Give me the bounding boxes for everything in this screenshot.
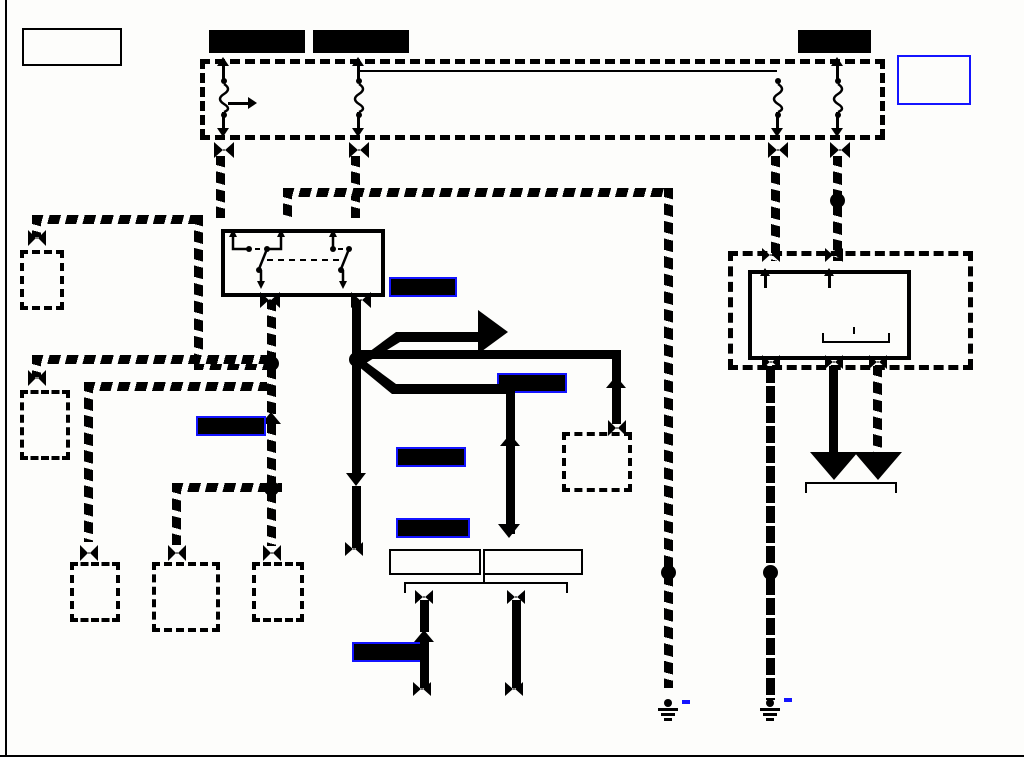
fuse-1-arrow-down — [771, 128, 783, 137]
dest-bc-bracket — [805, 482, 897, 493]
wire-676-vertical — [664, 188, 673, 688]
wire-511-trailer-vertical — [352, 364, 361, 474]
connector-c236 — [26, 370, 48, 391]
connector-relay-30-boundary — [823, 248, 845, 267]
wire-511-chmsl1-upper — [420, 600, 429, 632]
cjb-border-left — [200, 59, 205, 139]
wire-810-pcm-vertical — [172, 483, 181, 545]
abs-module-component-box — [252, 562, 304, 622]
wire-57-bk-lower — [766, 578, 775, 700]
connector-c261 — [26, 230, 48, 251]
wiring-diagram-page — [0, 0, 1024, 757]
ref-151-10-f5[interactable] — [352, 642, 426, 662]
ref-151-8-b1[interactable] — [389, 277, 457, 297]
wire-57-bk-upper — [766, 366, 775, 566]
relay-87-bracket — [822, 333, 890, 343]
fuse-13-arrow-up — [352, 57, 364, 66]
wire-810-below-c1050 — [267, 424, 276, 486]
wire-385-segment — [873, 366, 882, 456]
connector-trailer-end — [344, 542, 364, 561]
relay-pin-85-arrow — [760, 268, 770, 276]
cjb-internal-bus — [359, 70, 777, 72]
connector-c1050-b-symbol — [500, 434, 520, 446]
wire-511-to-c1050 — [358, 356, 510, 394]
cargo-lamp-component-box — [562, 432, 632, 492]
wire-511-chmsl2 — [512, 600, 521, 688]
connector-c401-symbol — [414, 630, 434, 642]
dest-b-arrow — [810, 452, 858, 480]
connector-chmsl2-end — [504, 682, 524, 701]
relay-pin-30-arrow — [824, 268, 834, 276]
wire-810-cpp-down — [194, 215, 203, 370]
wire-810-abs-vertical — [267, 492, 276, 546]
wire-676-horizontal — [283, 188, 673, 197]
hot-in-run-box — [798, 30, 871, 53]
ground-g300-symbol — [655, 698, 681, 727]
ip-relay-block-border-left — [728, 251, 733, 369]
hot-at-all-times-box-2 — [313, 30, 409, 53]
central-junction-box-title — [897, 55, 971, 105]
wire-810-shift-horizontal — [32, 355, 276, 364]
wire-296-segment — [833, 156, 842, 196]
dest-c-arrow — [854, 452, 902, 480]
pcm-component-box — [152, 562, 220, 632]
dest-a-arrow — [478, 310, 508, 354]
page-border-left — [5, 0, 7, 757]
cjb-border-right — [880, 59, 885, 139]
chmsl-bracket-stem — [483, 574, 485, 583]
wire-511-c1045m-vertical — [506, 446, 515, 534]
power-distribution-arrow-head — [248, 97, 257, 109]
wire-511-c1045-arrow — [498, 524, 520, 538]
cpp-switch-component-box — [20, 250, 64, 310]
connector-chmsl1-end — [412, 682, 432, 701]
wire-511-c910-vertical — [612, 388, 621, 424]
wire-810-gem-vertical — [84, 382, 93, 542]
diagram-title-box — [22, 28, 122, 66]
fuse-13-arrow-down — [352, 128, 364, 137]
shift-lock-actuator-component-box — [20, 390, 70, 460]
ip-relay-block-border-right — [968, 251, 973, 369]
chassis-cab-box — [483, 549, 583, 575]
cjb-border-top — [200, 59, 885, 64]
wire-810-s205-below — [267, 368, 276, 414]
gem-component-box — [70, 562, 120, 622]
wire-22-segment — [216, 156, 225, 218]
connector-relay-85-boundary — [760, 248, 782, 267]
wire-10-segment — [351, 156, 360, 218]
wire-383-segment — [771, 156, 780, 261]
wire-511-trailer-lower — [352, 486, 361, 548]
connector-c218-symbol — [606, 376, 626, 388]
wire-810-cpp-horizontal — [32, 215, 198, 224]
ref-151-8-e1-left[interactable] — [196, 416, 266, 436]
connector-c210-symbol — [346, 473, 366, 486]
fuse-15-arrow-up — [217, 57, 229, 66]
wire-44-lb-segment — [829, 366, 838, 456]
fuse-12-arrow-up — [831, 57, 843, 66]
ground-g202-symbol — [757, 698, 783, 727]
ground-g300-label — [682, 700, 690, 704]
fuse-12-arrow-down — [831, 128, 843, 137]
splice-s201-dot — [661, 565, 676, 580]
ref-151-2-a10[interactable] — [396, 518, 470, 538]
ref-151-8-e1-center[interactable] — [396, 447, 466, 467]
bpp-switch-internals — [229, 229, 352, 289]
hot-at-all-times-box-1 — [209, 30, 305, 53]
wire-810-gem-horizontal — [84, 382, 274, 391]
ground-g202-label — [784, 698, 792, 702]
relay-87-bracket-stem — [853, 327, 855, 334]
wire-810-s205-above — [267, 300, 276, 360]
all-others-box — [389, 549, 481, 575]
fuse-15-arrow-down — [217, 128, 229, 137]
